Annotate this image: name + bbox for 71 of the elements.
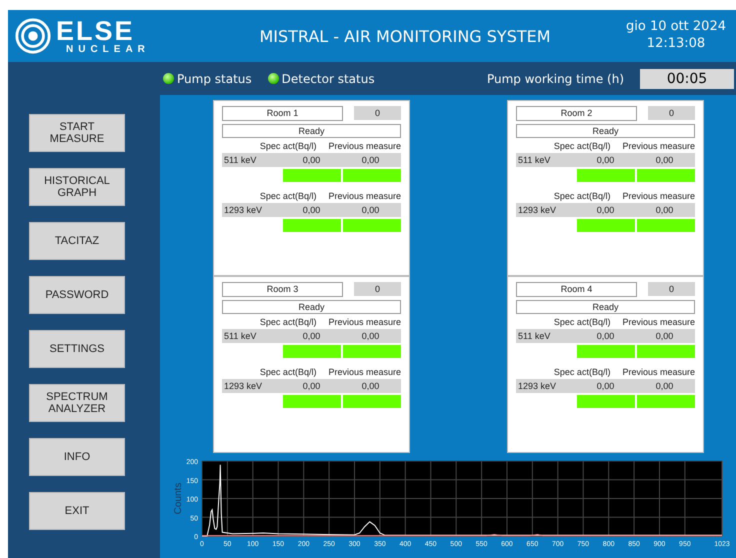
- previous-value: 0,00: [654, 154, 674, 167]
- menu-button[interactable]: SETTINGS: [29, 330, 125, 368]
- status-label: Detector status: [282, 72, 375, 86]
- activity-value: 0,00: [596, 380, 616, 393]
- column-heading: Spec act(Bq/l): [554, 316, 610, 329]
- column-heading: Previous measure: [622, 366, 695, 379]
- pump-time-label: Pump working time (h): [486, 72, 624, 86]
- column-heading: Spec act(Bq/l): [260, 316, 316, 329]
- count-display: 0: [648, 282, 695, 296]
- menu-button[interactable]: TACITAZ: [29, 222, 125, 260]
- previous-value: 0,00: [360, 204, 380, 217]
- room-name-field: Room 3: [222, 282, 343, 297]
- activity-value: 0,00: [302, 330, 322, 343]
- menu-button[interactable]: INFO: [29, 438, 125, 476]
- energy-label: 511 keV: [224, 330, 258, 343]
- activity-value: 0,00: [596, 154, 616, 167]
- date-text: gio 10 ott 2024: [626, 19, 726, 36]
- column-heading: Spec act(Bq/l): [554, 366, 610, 379]
- column-heading: Spec act(Bq/l): [260, 190, 316, 203]
- room-state-field: Ready: [222, 300, 401, 314]
- menu-button[interactable]: HISTORICAL GRAPH: [29, 168, 125, 206]
- column-heading: Spec act(Bq/l): [260, 366, 316, 379]
- energy-label: 1293 keV: [224, 380, 264, 393]
- previous-value: 0,00: [654, 204, 674, 217]
- activity-value: 0,00: [596, 330, 616, 343]
- activity-value: 0,00: [302, 380, 322, 393]
- previous-value: 0,00: [654, 330, 674, 343]
- energy-label: 511 keV: [518, 154, 552, 167]
- count-display: 0: [354, 282, 401, 296]
- room-name-field: Room 4: [516, 282, 637, 297]
- activity-value: 0,00: [302, 154, 322, 167]
- previous-value: 0,00: [360, 154, 380, 167]
- app-title: MISTRAL - AIR MONITORING SYSTEM: [258, 26, 552, 46]
- menu-button[interactable]: EXIT: [29, 492, 125, 530]
- room-state-field: Ready: [516, 300, 695, 314]
- energy-label: 1293 keV: [518, 380, 558, 393]
- menu-button[interactable]: START MEASURE: [29, 114, 125, 152]
- pump-time-display: 00:05: [640, 68, 734, 88]
- column-heading: Spec act(Bq/l): [554, 140, 610, 153]
- count-display: 0: [648, 106, 695, 120]
- column-heading: Previous measure: [622, 190, 695, 203]
- logo-icon: [14, 17, 52, 55]
- previous-value: 0,00: [360, 380, 380, 393]
- room-name-field: Room 1: [222, 106, 343, 121]
- column-heading: Previous measure: [622, 140, 695, 153]
- column-heading: Spec act(Bq/l): [554, 190, 610, 203]
- column-heading: Previous measure: [328, 316, 401, 329]
- status-label: Pump status: [177, 72, 252, 86]
- previous-value: 0,00: [360, 330, 380, 343]
- axis-title: Counts: [173, 482, 184, 514]
- energy-label: 1293 keV: [518, 204, 558, 217]
- room-state-field: Ready: [516, 124, 695, 138]
- column-heading: Previous measure: [622, 316, 695, 329]
- time-text: 12:13:08: [646, 36, 706, 53]
- room-name-field: Room 2: [516, 106, 637, 121]
- count-display: 0: [354, 106, 401, 120]
- menu-button[interactable]: PASSWORD: [29, 276, 125, 314]
- column-heading: Previous measure: [328, 140, 401, 153]
- column-heading: Previous measure: [328, 366, 401, 379]
- activity-value: 0,00: [302, 204, 322, 217]
- logo-subtitle: NUCLEAR: [66, 44, 150, 54]
- logo-wordmark: ELSE: [56, 18, 135, 44]
- column-heading: Spec act(Bq/l): [260, 140, 316, 153]
- energy-label: 511 keV: [224, 154, 258, 167]
- energy-label: 1293 keV: [224, 204, 264, 217]
- column-heading: Previous measure: [328, 190, 401, 203]
- room-state-field: Ready: [222, 124, 401, 138]
- activity-value: 0,00: [596, 204, 616, 217]
- energy-label: 511 keV: [518, 330, 552, 343]
- menu-button[interactable]: SPECTRUM ANALYZER: [29, 384, 125, 422]
- previous-value: 0,00: [654, 380, 674, 393]
